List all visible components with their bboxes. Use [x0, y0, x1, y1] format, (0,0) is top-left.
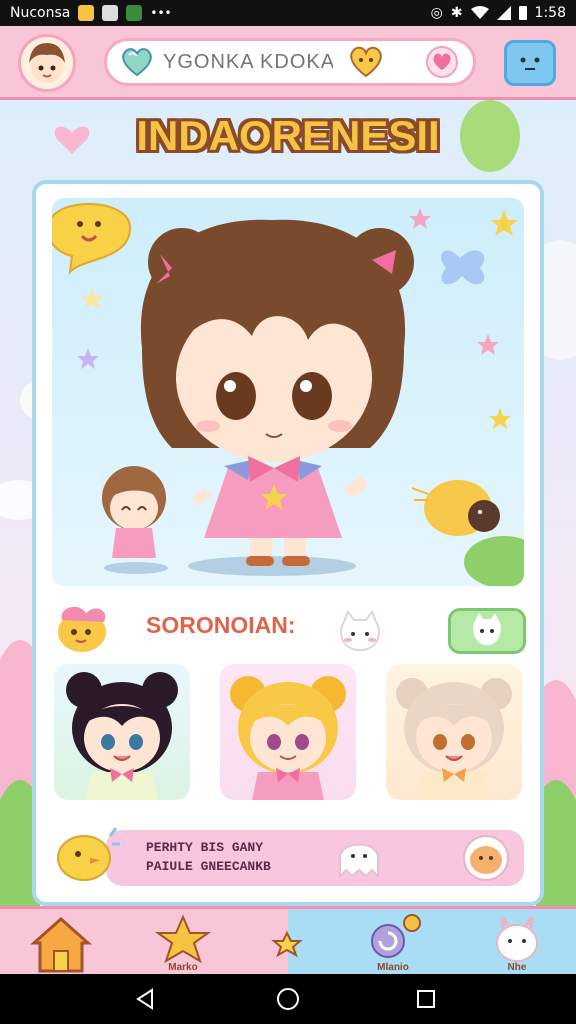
signal-icon — [496, 6, 511, 20]
character-card-1[interactable] — [54, 664, 190, 800]
app-notification-icon — [126, 5, 143, 21]
heart-icon — [122, 48, 152, 77]
wifi-icon — [470, 6, 489, 19]
nav-sparkle[interactable] — [252, 913, 322, 975]
bottom-navigation: Marko Mlanio Nhe — [0, 906, 576, 974]
search-input[interactable] — [163, 50, 333, 74]
chibi-blonde-icon — [230, 676, 346, 800]
character-card-3[interactable] — [386, 664, 522, 800]
nav-swirl-label: Mlanio — [377, 962, 409, 973]
info-banner[interactable]: PERHTY BIS GANY PAIULE GNEECANKB — [106, 830, 524, 886]
app-notification-icon — [78, 5, 95, 21]
clock-time: 1:58 — [534, 5, 566, 21]
home-icon — [30, 916, 92, 973]
chibi-dark-hair-icon — [66, 672, 178, 800]
chibi-girl-icon — [52, 203, 524, 586]
section-title: SORONOIAN: — [146, 612, 296, 638]
system-navigation-bar — [0, 974, 576, 1024]
banner-line-2: PAIULE GNEECANKB — [146, 859, 271, 874]
nav-swirl[interactable]: Mlanio — [358, 913, 428, 975]
app-notification-icon — [102, 5, 119, 21]
nav-bunny[interactable]: Nhe — [482, 913, 552, 975]
swirl-icon — [371, 914, 421, 958]
character-toggle-button[interactable] — [448, 608, 526, 654]
more-notifications-icon: ••• — [150, 6, 172, 20]
status-bar: Nuconsa ••• ◎ ✱ 1:58 — [0, 0, 576, 26]
character-card-2[interactable] — [220, 664, 356, 800]
back-icon[interactable] — [134, 988, 156, 1010]
smiley-face-icon — [520, 57, 540, 70]
profile-avatar[interactable] — [18, 34, 76, 92]
ghost-mascot-icon — [339, 843, 379, 879]
puppy-mascot-icon — [58, 606, 106, 652]
bunny-icon — [496, 915, 538, 962]
pink-heart-icon[interactable] — [425, 46, 459, 78]
sparkle-star-icon — [271, 930, 303, 958]
hamster-icon[interactable] — [456, 830, 516, 882]
chick-mascot-icon — [57, 827, 120, 881]
game-title: INDAORENESII — [136, 112, 440, 159]
nav-home[interactable] — [26, 913, 96, 975]
banner-text: PERHTY BIS GANY PAIULE GNEECANKB — [146, 838, 271, 876]
gold-heart-icon[interactable] — [347, 45, 385, 79]
carrier-name: Nuconsa — [10, 5, 71, 21]
chibi-boy-icon — [29, 43, 65, 83]
battery-icon — [518, 6, 527, 20]
nav-star[interactable]: Marko — [148, 913, 218, 975]
nav-bunny-label: Nhe — [507, 962, 527, 973]
top-bar — [0, 26, 576, 100]
bluetooth-icon: ✱ — [450, 5, 463, 21]
hero-illustration — [52, 198, 524, 586]
recents-icon[interactable] — [416, 989, 436, 1009]
home-circle-icon[interactable] — [276, 987, 300, 1011]
search-bar[interactable] — [104, 38, 476, 86]
menu-button[interactable] — [504, 40, 556, 86]
white-cat-icon — [340, 610, 380, 652]
chibi-light-hair-icon — [396, 678, 512, 800]
cat-face-icon — [473, 613, 501, 645]
star-icon — [154, 914, 212, 964]
alarm-icon: ◎ — [430, 5, 443, 21]
banner-line-1: PERHTY BIS GANY — [146, 840, 264, 855]
nav-star-label: Marko — [168, 962, 198, 973]
